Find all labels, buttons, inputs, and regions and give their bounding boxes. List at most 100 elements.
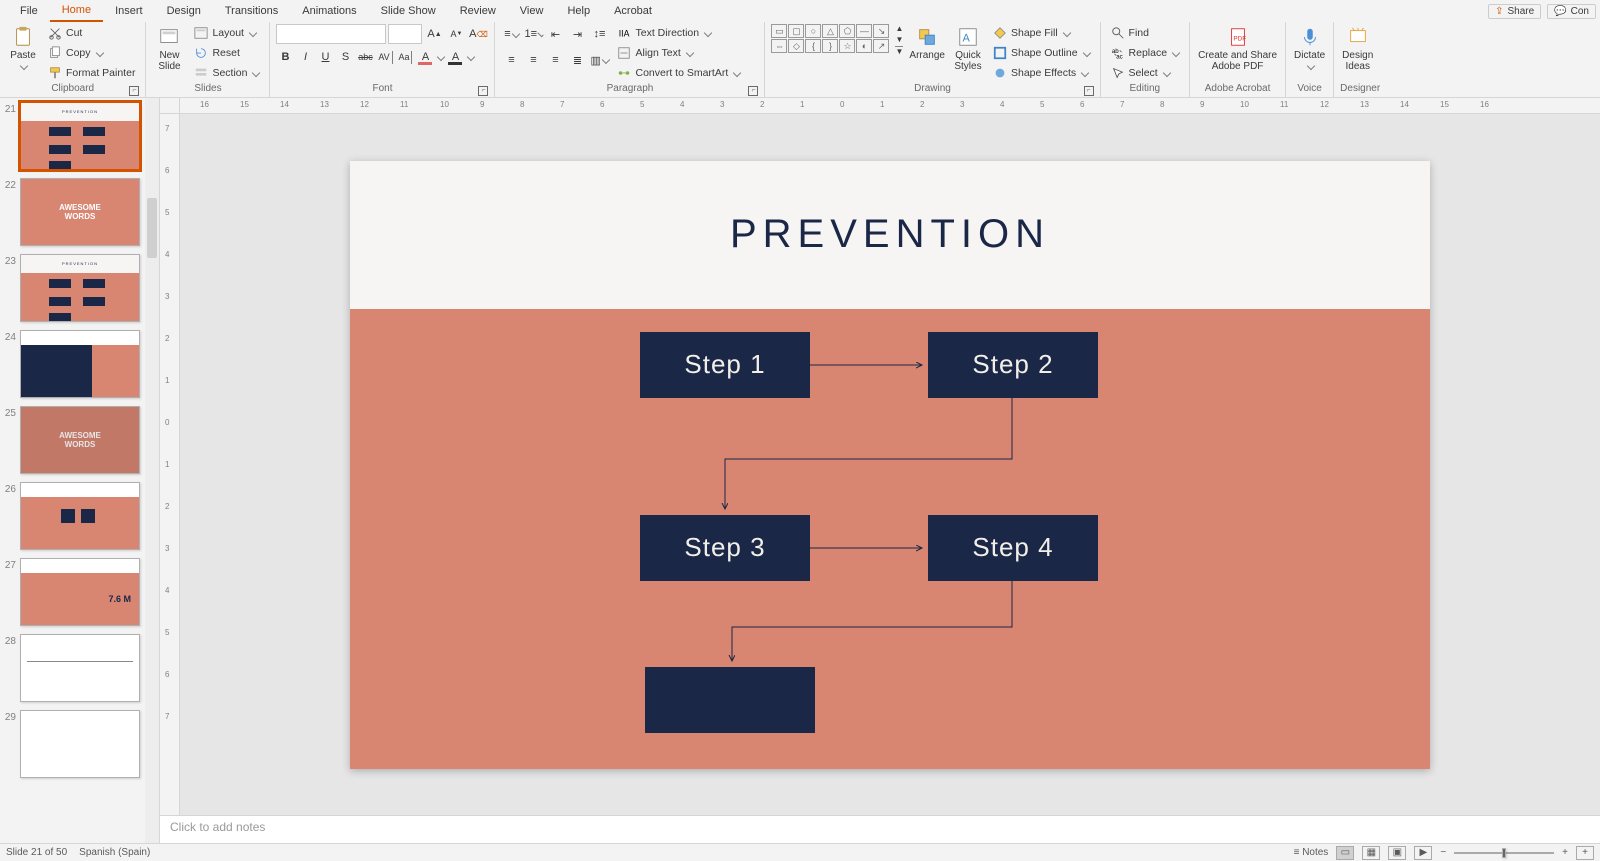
thumbnails-scrollbar[interactable] [145, 98, 159, 843]
thumbnail-row[interactable]: 24 [0, 330, 159, 398]
adobe-pdf-button[interactable]: PDF Create and Share Adobe PDF [1196, 24, 1279, 72]
tab-transitions[interactable]: Transitions [213, 0, 290, 22]
font-family-combo[interactable] [276, 24, 386, 44]
horizontal-ruler[interactable]: 1615141312111098765432101234567891011121… [180, 98, 1600, 114]
quick-styles-button[interactable]: A Quick Styles [951, 24, 985, 72]
shape-gallery-item[interactable]: ◐ [856, 39, 872, 53]
vertical-ruler[interactable]: 765432101234567 [160, 114, 180, 815]
thumbnail[interactable] [20, 710, 140, 778]
grow-font-button[interactable]: A▲ [424, 24, 444, 44]
zoom-out-button[interactable]: − [1440, 847, 1446, 858]
shrink-font-button[interactable]: A▼ [446, 24, 466, 44]
layout-button[interactable]: Layout [190, 24, 263, 42]
tab-slide-show[interactable]: Slide Show [369, 0, 448, 22]
shape-gallery-item[interactable]: △ [822, 24, 838, 38]
shape-gallery-item[interactable]: ▢ [788, 24, 804, 38]
shape-gallery-item[interactable]: — [856, 24, 872, 38]
justify-button[interactable]: ≣ [567, 50, 587, 70]
design-ideas-button[interactable]: Design Ideas [1340, 24, 1375, 72]
reading-view-button[interactable]: ▣ [1388, 846, 1406, 860]
line-spacing-button[interactable]: ↕≡ [589, 24, 609, 44]
thumbnail-row[interactable]: 29 [0, 710, 159, 778]
decrease-indent-button[interactable]: ⇤ [545, 24, 565, 44]
tab-view[interactable]: View [508, 0, 556, 22]
thumbnail-row[interactable]: 21PREVENTION [0, 102, 159, 170]
thumbnail[interactable] [20, 330, 140, 398]
slide-title-area[interactable]: PREVENTION [350, 161, 1430, 309]
slideshow-view-button[interactable]: ▶ [1414, 846, 1432, 860]
notes-pane[interactable]: Click to add notes [160, 815, 1600, 843]
thumbnail[interactable] [20, 634, 140, 702]
zoom-in-button[interactable]: + [1562, 847, 1568, 858]
dictate-button[interactable]: Dictate [1292, 24, 1327, 72]
tab-animations[interactable]: Animations [290, 0, 368, 22]
bullets-button[interactable]: ≡ [501, 24, 521, 44]
change-case-button[interactable]: Aa [396, 48, 414, 66]
step-box-1[interactable]: Step 1 [640, 332, 810, 398]
thumbnail[interactable]: PREVENTION [20, 254, 140, 322]
new-slide-button[interactable]: New Slide [152, 24, 186, 72]
reset-button[interactable]: Reset [190, 44, 263, 62]
tab-acrobat[interactable]: Acrobat [602, 0, 664, 22]
italic-button[interactable]: I [296, 48, 314, 66]
shape-gallery-item[interactable]: ↗ [873, 39, 889, 53]
highlight-button[interactable]: A [446, 48, 464, 66]
align-right-button[interactable]: ≡ [545, 50, 565, 70]
thumbnail[interactable]: PREVENTION [20, 102, 140, 170]
bold-button[interactable]: B [276, 48, 294, 66]
shape-gallery-item[interactable]: ⇔ [771, 39, 787, 53]
thumbnail-row[interactable]: 23PREVENTION [0, 254, 159, 322]
cut-button[interactable]: Cut [44, 24, 139, 42]
thumbnail-row[interactable]: 25AWESOME WORDS [0, 406, 159, 474]
tab-file[interactable]: File [8, 0, 50, 22]
section-button[interactable]: Section [190, 64, 263, 82]
arrange-button[interactable]: Arrange [907, 24, 947, 61]
strike-button[interactable]: abc [356, 48, 374, 66]
slide-canvas[interactable]: PREVENTION Step 1 Step 2 Step 3 Step 4 [350, 161, 1430, 769]
shadow-button[interactable]: S [336, 48, 354, 66]
thumbnail-row[interactable]: 26 [0, 482, 159, 550]
thumbnail[interactable]: AWESOME WORDS [20, 178, 140, 246]
align-left-button[interactable]: ≡ [501, 50, 521, 70]
thumbnail[interactable]: AWESOME WORDS [20, 406, 140, 474]
drawing-launcher[interactable]: ⌐ [1084, 86, 1094, 96]
slide-thumbnails-pane[interactable]: 21PREVENTION22AWESOME WORDS23PREVENTION2… [0, 98, 160, 843]
step-box-2[interactable]: Step 2 [928, 332, 1098, 398]
shape-gallery-item[interactable]: ↘ [873, 24, 889, 38]
find-button[interactable]: Find [1107, 24, 1184, 42]
language-indicator[interactable]: Spanish (Spain) [79, 847, 150, 858]
format-painter-button[interactable]: Format Painter [44, 64, 139, 82]
copy-button[interactable]: Copy [44, 44, 139, 62]
step-box-3[interactable]: Step 3 [640, 515, 810, 581]
tab-review[interactable]: Review [448, 0, 508, 22]
zoom-slider[interactable] [1454, 852, 1554, 854]
shape-gallery-item[interactable]: ○ [805, 24, 821, 38]
paste-button[interactable]: Paste [6, 24, 40, 72]
font-color-button[interactable]: A [416, 48, 434, 66]
thumbnail[interactable] [20, 482, 140, 550]
align-center-button[interactable]: ≡ [523, 50, 543, 70]
sorter-view-button[interactable]: ▦ [1362, 846, 1380, 860]
select-button[interactable]: Select [1107, 64, 1184, 82]
increase-indent-button[interactable]: ⇥ [567, 24, 587, 44]
shapes-gallery[interactable]: ▭▢○△⬠—↘⇔◇{}☆◐↗ [771, 24, 889, 53]
shape-gallery-item[interactable]: ☆ [839, 39, 855, 53]
shape-gallery-item[interactable]: { [805, 39, 821, 53]
tab-home[interactable]: Home [50, 0, 103, 22]
paragraph-launcher[interactable]: ⌐ [748, 86, 758, 96]
shape-gallery-item[interactable]: ▭ [771, 24, 787, 38]
tab-help[interactable]: Help [555, 0, 602, 22]
slide-counter[interactable]: Slide 21 of 50 [6, 847, 67, 858]
normal-view-button[interactable]: ▭ [1336, 846, 1354, 860]
smartart-button[interactable]: Convert to SmartArt [613, 64, 744, 82]
comments-button[interactable]: 💬 Con [1547, 4, 1596, 19]
shape-gallery-item[interactable]: ◇ [788, 39, 804, 53]
font-size-combo[interactable] [388, 24, 422, 44]
step-box-5[interactable] [645, 667, 815, 733]
clear-format-button[interactable]: A⌫ [468, 24, 488, 44]
text-direction-button[interactable]: IIAText Direction [613, 24, 744, 42]
fit-to-window-button[interactable]: + [1576, 846, 1594, 860]
numbering-button[interactable]: 1≡ [523, 24, 543, 44]
notes-toggle[interactable]: ≡ Notes [1294, 847, 1329, 858]
thumbnail[interactable]: 7.6 M [20, 558, 140, 626]
